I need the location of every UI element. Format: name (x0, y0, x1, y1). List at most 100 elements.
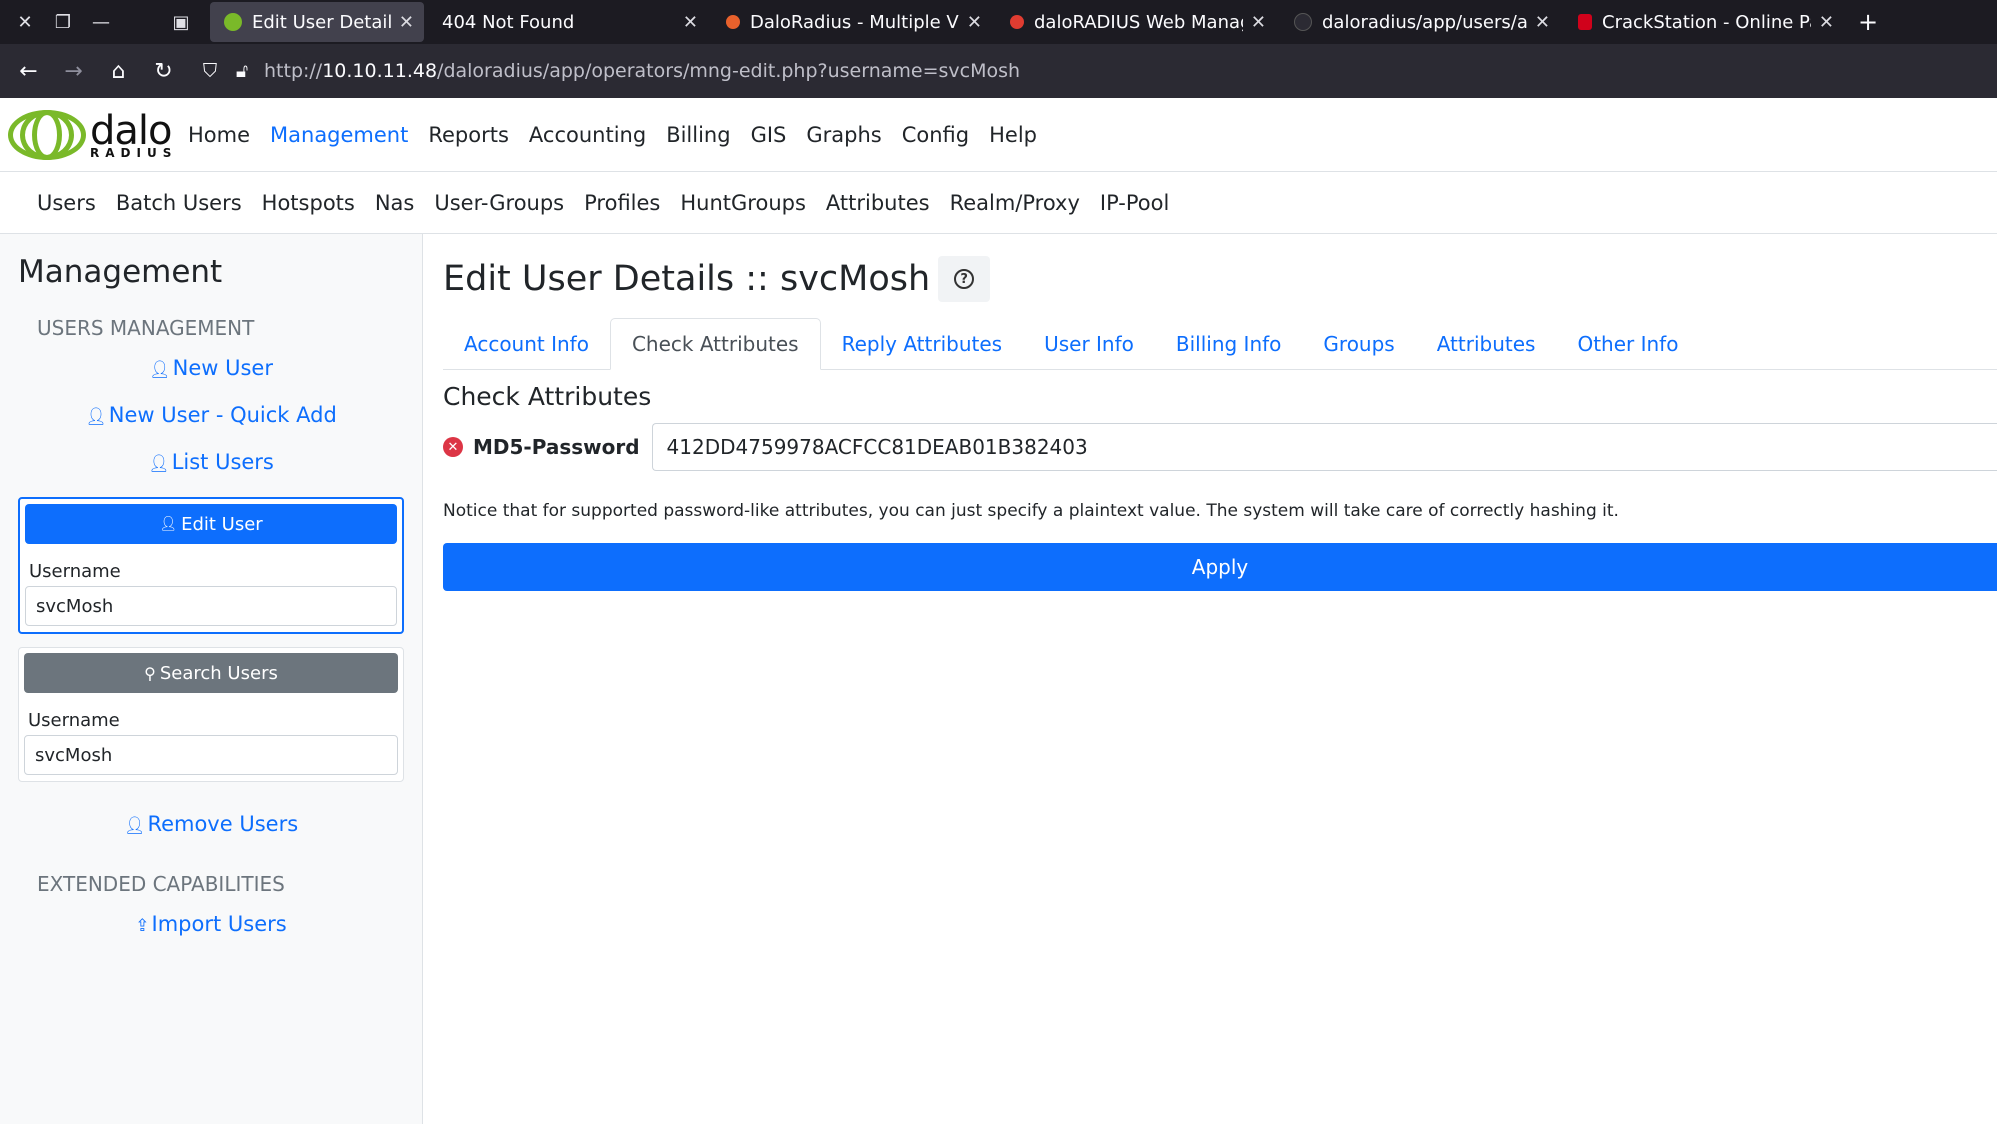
forward-icon[interactable]: → (51, 59, 96, 84)
tab-list-icon[interactable]: ▣ (162, 12, 200, 33)
tab-account-info[interactable]: Account Info (443, 318, 610, 369)
browser-tab-4[interactable]: daloradius/app/users/acc ✕ (1280, 2, 1560, 42)
question-circle-icon: ? (954, 269, 975, 289)
edit-tabs: Account Info Check Attributes Reply Attr… (443, 318, 1997, 370)
main-panel: Edit User Details :: svcMosh ? Account I… (423, 234, 1997, 1124)
tab-user-info[interactable]: User Info (1023, 318, 1155, 369)
content-area: Management USERS MANAGEMENT 👤︎New User 👤… (0, 234, 1997, 1124)
user-list-icon: 👤︎ (148, 454, 170, 474)
list-users-link[interactable]: 👤︎List Users (18, 450, 404, 474)
favicon-icon (1578, 14, 1592, 30)
tab-title: CrackStation - Online Pas (1602, 11, 1811, 33)
browser-tab-5[interactable]: CrackStation - Online Pas ✕ (1564, 2, 1844, 42)
title-row: Edit User Details :: svcMosh ? (443, 252, 1997, 306)
subnav-hotspots[interactable]: Hotspots (262, 191, 355, 215)
import-users-link[interactable]: ⇪Import Users (18, 912, 404, 936)
list-users-label: List Users (171, 450, 274, 474)
url-bar[interactable]: ⛉ 🔓︎ http://10.10.11.48/daloradius/app/o… (194, 51, 1997, 91)
tab-check-attributes[interactable]: Check Attributes (609, 318, 821, 370)
restore-window-icon[interactable]: ❐ (44, 12, 82, 33)
close-tab-icon[interactable]: ✕ (683, 12, 698, 33)
lock-icon[interactable]: 🔓︎ (226, 60, 258, 82)
close-tab-icon[interactable]: ✕ (1535, 12, 1550, 33)
page-title: Edit User Details :: svcMosh (443, 259, 931, 299)
tab-title: daloRADIUS Web Manage (1034, 11, 1243, 33)
nav-management[interactable]: Management (270, 123, 408, 147)
edit-user-card: 👤︎ Edit User Username svcMosh (18, 497, 404, 634)
section-title: Check Attributes (443, 382, 652, 411)
sidebar-section-extended: EXTENDED CAPABILITIES (37, 872, 285, 896)
tab-title: daloradius/app/users/acc (1322, 11, 1527, 33)
subnav-attributes[interactable]: Attributes (826, 191, 930, 215)
nav-config[interactable]: Config (902, 123, 969, 147)
new-tab-icon[interactable]: + (1848, 8, 1888, 36)
new-user-quick-label: New User - Quick Add (108, 403, 337, 427)
user-plus-icon: 👤︎ (85, 407, 107, 427)
tab-billing-info[interactable]: Billing Info (1155, 318, 1303, 369)
apply-button[interactable]: Apply (443, 543, 1997, 591)
subnav-nas[interactable]: Nas (375, 191, 415, 215)
subnav-users[interactable]: Users (37, 191, 96, 215)
close-window-icon[interactable]: ✕ (6, 12, 44, 33)
subnav-user-groups[interactable]: User-Groups (434, 191, 564, 215)
main-nav: Home Management Reports Accounting Billi… (188, 123, 1057, 147)
home-icon[interactable]: ⌂ (96, 59, 141, 84)
attribute-value-input[interactable]: 412DD4759978ACFCC81DEAB01B382403 (651, 423, 1997, 471)
close-tab-icon[interactable]: ✕ (399, 12, 414, 33)
url-path: /daloradius/app/operators/mng-edit.php?u… (437, 60, 1021, 82)
search-users-label: Search Users (159, 662, 278, 684)
edit-user-button[interactable]: 👤︎ Edit User (25, 504, 397, 544)
notice-text: Notice that for supported password-like … (443, 501, 1619, 521)
tab-attributes[interactable]: Attributes (1416, 318, 1557, 369)
close-tab-icon[interactable]: ✕ (1819, 12, 1834, 33)
edit-username-label: Username (29, 561, 121, 582)
help-button[interactable]: ? (938, 256, 991, 302)
browser-tab-0[interactable]: Edit User Details :: daloRA ✕ (210, 2, 424, 42)
dalo-radius-logo[interactable]: dalo RADIUS (6, 108, 188, 162)
subnav-huntgroups[interactable]: HuntGroups (680, 191, 806, 215)
shield-icon[interactable]: ⛉ (194, 60, 226, 82)
tab-reply-attributes[interactable]: Reply Attributes (821, 318, 1023, 369)
nav-gis[interactable]: GIS (751, 123, 787, 147)
import-users-label: Import Users (151, 912, 287, 936)
browser-tab-bar: ✕ ❐ — ▣ Edit User Details :: daloRA ✕ 40… (0, 0, 1997, 44)
tab-other-info[interactable]: Other Info (1556, 318, 1699, 369)
search-username-input[interactable]: svcMosh (24, 735, 398, 775)
search-users-button[interactable]: ⚲ Search Users (24, 653, 398, 693)
browser-tab-1[interactable]: 404 Not Found ✕ (428, 2, 708, 42)
nav-billing[interactable]: Billing (666, 123, 730, 147)
remove-attribute-icon[interactable]: ✕ (443, 437, 463, 457)
close-tab-icon[interactable]: ✕ (1251, 12, 1266, 33)
user-plus-icon: 👤︎ (149, 360, 171, 380)
browser-tab-3[interactable]: daloRADIUS Web Manage ✕ (996, 2, 1276, 42)
nav-help[interactable]: Help (989, 123, 1037, 147)
reload-icon[interactable]: ↻ (141, 59, 186, 84)
back-icon[interactable]: ← (6, 59, 51, 84)
minimize-window-icon[interactable]: — (82, 12, 120, 33)
subnav-batch-users[interactable]: Batch Users (116, 191, 242, 215)
subnav-profiles[interactable]: Profiles (584, 191, 660, 215)
subnav-ip-pool[interactable]: IP-Pool (1100, 191, 1169, 215)
close-tab-icon[interactable]: ✕ (967, 12, 982, 33)
browser-nav-bar: ← → ⌂ ↻ ⛉ 🔓︎ http://10.10.11.48/daloradi… (0, 44, 1997, 98)
app-header: dalo RADIUS Home Management Reports Acco… (0, 98, 1997, 172)
sidebar: Management USERS MANAGEMENT 👤︎New User 👤… (0, 234, 423, 1124)
url-host: 10.10.11.48 (322, 60, 438, 82)
search-username-label: Username (28, 710, 120, 731)
new-user-link[interactable]: 👤︎New User (18, 356, 404, 380)
logo-text: dalo RADIUS (90, 111, 177, 159)
edit-user-label: Edit User (181, 513, 263, 535)
nav-home[interactable]: Home (188, 123, 250, 147)
subnav-realm-proxy[interactable]: Realm/Proxy (950, 191, 1080, 215)
browser-tab-2[interactable]: DaloRadius - Multiple Vul ✕ (712, 2, 992, 42)
tab-groups[interactable]: Groups (1302, 318, 1415, 369)
nav-graphs[interactable]: Graphs (806, 123, 881, 147)
nav-reports[interactable]: Reports (428, 123, 509, 147)
user-edit-icon: 👤︎ (159, 516, 178, 532)
remove-users-link[interactable]: 👤︎Remove Users (18, 812, 404, 836)
favicon-icon (1010, 15, 1024, 29)
new-user-quick-add-link[interactable]: 👤︎New User - Quick Add (18, 403, 404, 427)
edit-username-input[interactable]: svcMosh (25, 586, 397, 626)
sidebar-section-users-management: USERS MANAGEMENT (37, 316, 255, 340)
nav-accounting[interactable]: Accounting (529, 123, 646, 147)
